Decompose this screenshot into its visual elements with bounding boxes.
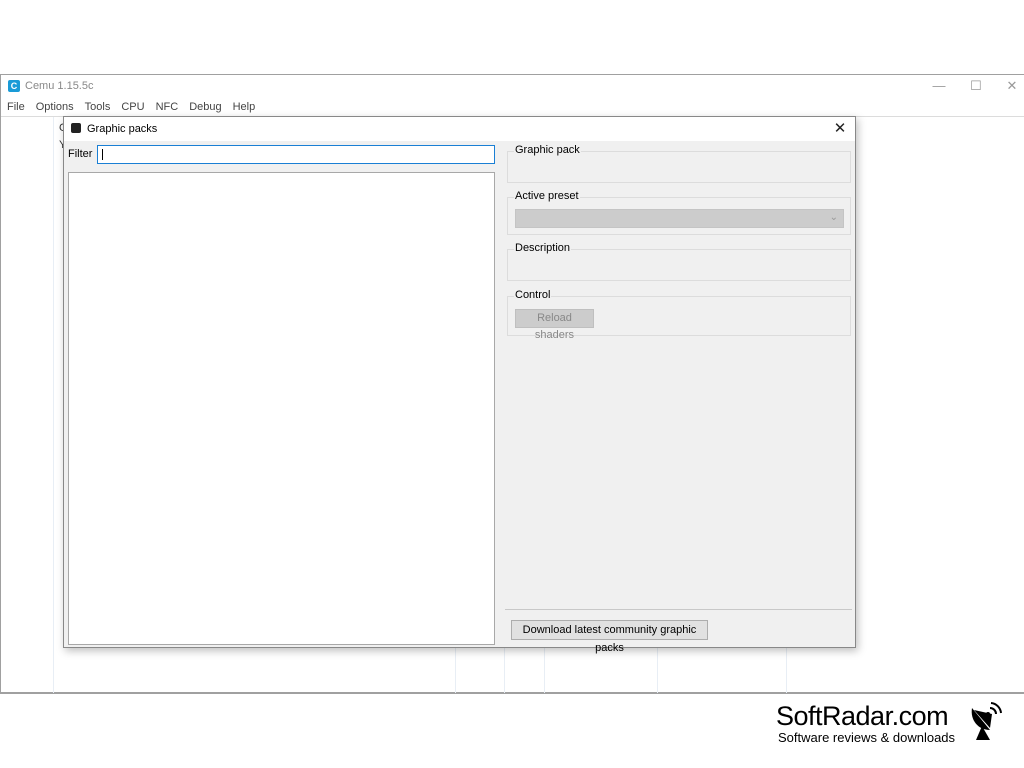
control-group: Control Reload shaders [507, 289, 851, 341]
bottom-divider [505, 609, 852, 610]
graphic-packs-icon [71, 123, 81, 133]
description-group: Description [507, 242, 851, 281]
active-preset-group: Active preset ⌄ [507, 190, 851, 235]
menu-bar: File Options Tools CPU NFC Debug Help [1, 98, 260, 116]
filter-input[interactable] [97, 145, 495, 164]
active-preset-group-label: Active preset [514, 190, 580, 202]
graphic-packs-dialog: Graphic packs ✕ Filter Graphic pack Acti… [63, 116, 856, 654]
menu-tools[interactable]: Tools [79, 98, 116, 116]
dialog-close-button[interactable]: ✕ [831, 120, 849, 138]
minimize-button[interactable]: — [924, 77, 954, 95]
main-titlebar: C Cemu 1.15.5c — ☐ ✕ [1, 75, 1024, 97]
softradar-watermark: SoftRadar.com Software reviews & downloa… [776, 701, 955, 745]
dialog-title: Graphic packs [87, 123, 158, 135]
watermark-name: SoftRadar.com [776, 701, 949, 731]
column-divider [53, 117, 54, 693]
menu-help[interactable]: Help [227, 98, 261, 116]
close-button[interactable]: ✕ [997, 77, 1024, 95]
chevron-down-icon: ⌄ [829, 212, 838, 223]
reload-shaders-button[interactable]: Reload shaders [515, 309, 594, 341]
text-caret [102, 149, 103, 160]
maximize-button[interactable]: ☐ [961, 77, 991, 95]
control-group-label: Control [514, 289, 552, 301]
filter-label: Filter [68, 148, 93, 160]
download-graphic-packs-button[interactable]: Download latest community graphic packs [511, 620, 708, 654]
graphic-pack-tree[interactable] [68, 172, 495, 645]
graphic-pack-group: Graphic pack [507, 144, 851, 183]
cemu-app-icon: C [8, 80, 20, 92]
active-preset-select[interactable]: ⌄ [515, 209, 844, 228]
menu-file[interactable]: File [1, 98, 30, 116]
dialog-titlebar: Graphic packs ✕ [64, 117, 855, 141]
description-group-label: Description [514, 242, 572, 254]
watermark-tagline: Software reviews & downloads [778, 730, 956, 745]
satellite-dish-icon [971, 702, 1002, 740]
menu-nfc[interactable]: NFC [150, 98, 184, 116]
menu-debug[interactable]: Debug [183, 98, 226, 116]
menu-cpu[interactable]: CPU [115, 98, 149, 116]
main-window-title: Cemu 1.15.5c [25, 80, 94, 92]
menu-options[interactable]: Options [30, 98, 79, 116]
graphic-pack-group-label: Graphic pack [514, 144, 581, 156]
